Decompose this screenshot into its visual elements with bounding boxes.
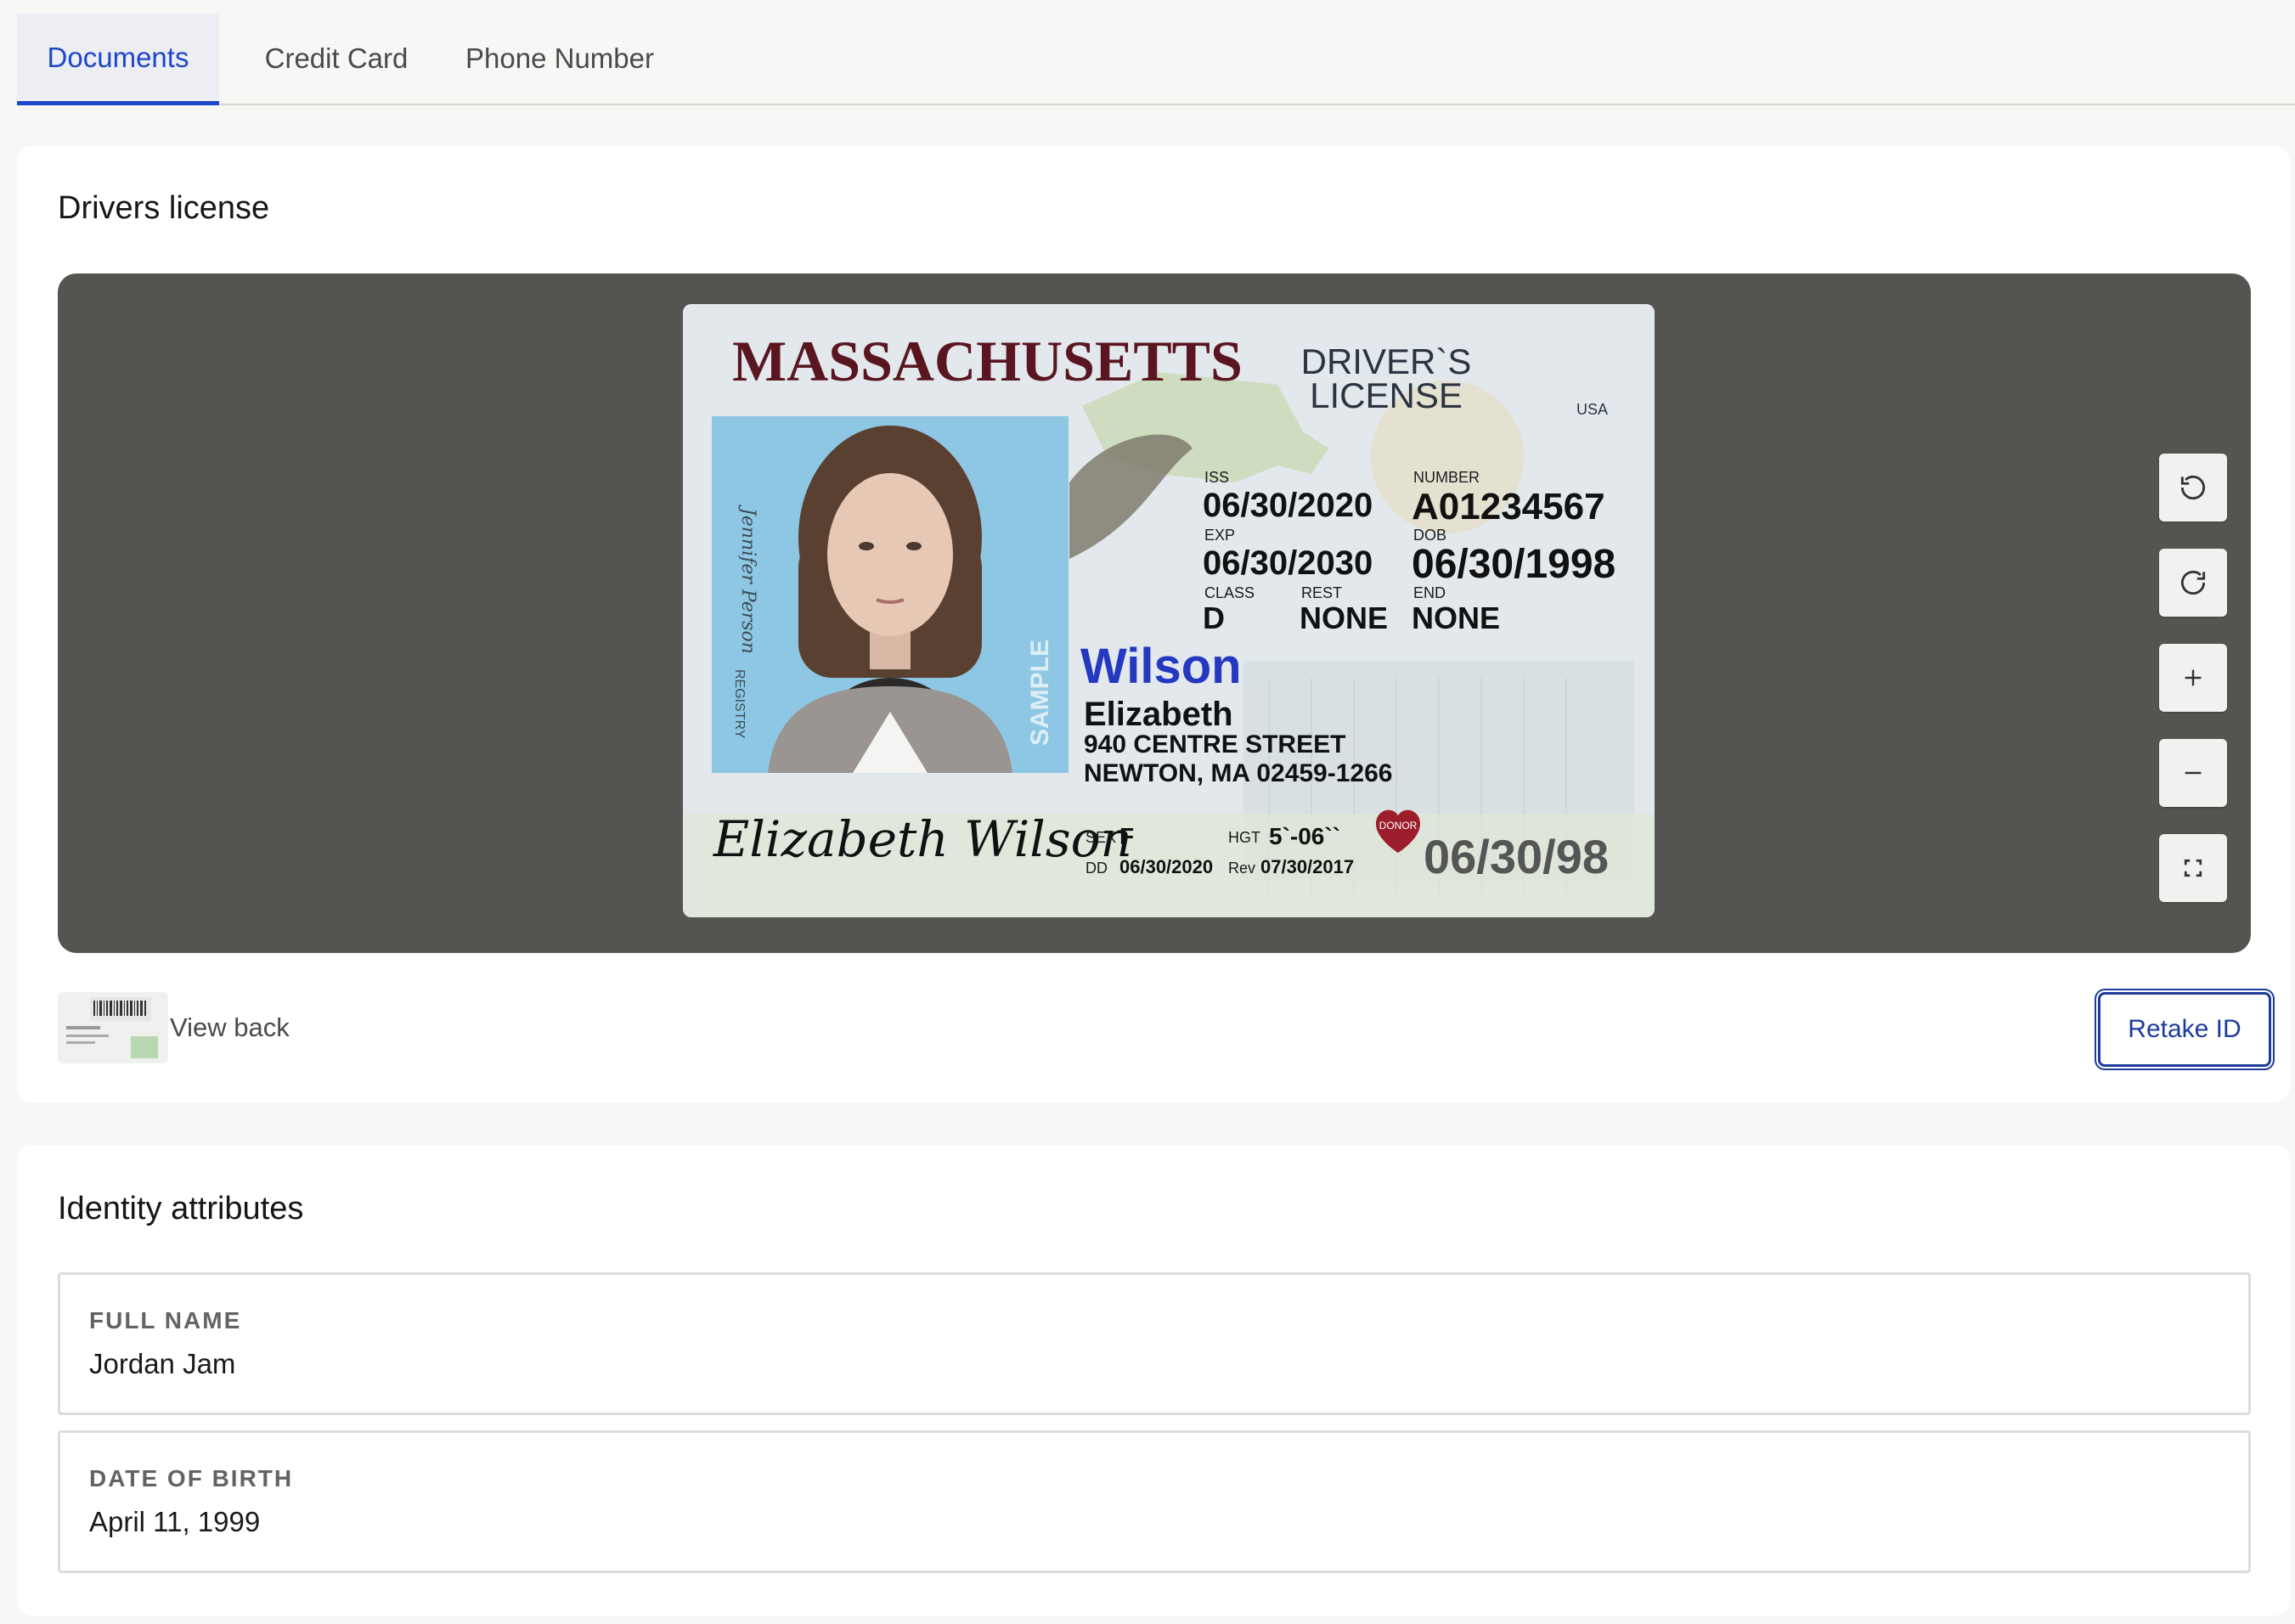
svg-text:EXP: EXP <box>1204 527 1235 544</box>
drivers-license-title: Drivers license <box>58 190 270 226</box>
svg-text:NONE: NONE <box>1300 601 1388 635</box>
svg-text:07/30/2017: 07/30/2017 <box>1260 856 1354 877</box>
view-back-link[interactable]: View back <box>170 1012 290 1043</box>
svg-text:HGT: HGT <box>1228 829 1260 846</box>
svg-text:940 CENTRE STREET: 940 CENTRE STREET <box>1084 730 1345 758</box>
svg-text:NONE: NONE <box>1412 601 1500 635</box>
full-name-label: FULL NAME <box>89 1307 242 1334</box>
drivers-license-card: Drivers license SAMPLE Jennifer Person R… <box>17 146 2290 1102</box>
minus-icon <box>2185 771 2202 775</box>
fullscreen-icon <box>2184 859 2202 877</box>
full-name-field: FULL NAME Jordan Jam <box>58 1272 2251 1415</box>
identity-attributes-card: Identity attributes FULL NAME Jordan Jam… <box>17 1145 2290 1616</box>
svg-text:LICENSE: LICENSE <box>1310 375 1463 415</box>
svg-text:NUMBER: NUMBER <box>1413 469 1480 486</box>
svg-text:REGISTRY: REGISTRY <box>732 669 747 739</box>
document-viewer[interactable]: SAMPLE Jennifer Person REGISTRY MASSACHU… <box>58 273 2251 953</box>
tab-bar: Documents Credit Card Phone Number <box>17 14 2295 105</box>
svg-text:Rev: Rev <box>1228 860 1255 877</box>
svg-text:06/30/2030: 06/30/2030 <box>1203 544 1373 582</box>
svg-text:Jennifer Person: Jennifer Person <box>737 505 758 654</box>
svg-text:06/30/2020: 06/30/2020 <box>1119 856 1213 877</box>
svg-text:06/30/98: 06/30/98 <box>1424 830 1609 883</box>
rotate-right-button[interactable] <box>2159 549 2227 617</box>
retake-id-button[interactable]: Retake ID <box>2098 992 2271 1067</box>
zoom-in-button[interactable] <box>2159 644 2227 712</box>
tab-credit-card[interactable]: Credit Card <box>228 14 445 104</box>
svg-text:DONOR: DONOR <box>1379 820 1418 832</box>
date-of-birth-field: DATE OF BIRTH April 11, 1999 <box>58 1430 2251 1573</box>
rotate-cw-icon <box>2180 570 2206 595</box>
svg-text:SAMPLE: SAMPLE <box>1026 640 1054 746</box>
svg-text:06/30/1998: 06/30/1998 <box>1412 542 1616 587</box>
license-back-thumbnail[interactable] <box>58 992 168 1063</box>
svg-text:ISS: ISS <box>1204 469 1229 486</box>
svg-text:MASSACHUSETTS: MASSACHUSETTS <box>732 329 1243 393</box>
license-image: SAMPLE Jennifer Person REGISTRY MASSACHU… <box>683 304 1655 917</box>
svg-text:F: F <box>1119 823 1134 849</box>
full-name-value: Jordan Jam <box>89 1348 236 1379</box>
rotate-ccw-icon <box>2180 475 2206 500</box>
plus-icon <box>2185 669 2202 686</box>
rotate-left-button[interactable] <box>2159 454 2227 522</box>
date-of-birth-value: April 11, 1999 <box>89 1506 261 1537</box>
tab-documents[interactable]: Documents <box>17 14 219 105</box>
svg-text:5`-06``: 5`-06`` <box>1269 823 1340 849</box>
svg-text:NEWTON, MA 02459-1266: NEWTON, MA 02459-1266 <box>1084 759 1392 787</box>
tab-phone-number[interactable]: Phone Number <box>448 14 671 104</box>
svg-text:END: END <box>1413 584 1446 601</box>
date-of-birth-label: DATE OF BIRTH <box>89 1465 294 1491</box>
svg-text:DOB: DOB <box>1413 527 1446 544</box>
svg-text:D: D <box>1203 601 1225 635</box>
identity-attributes-title: Identity attributes <box>58 1191 304 1226</box>
svg-text:USA: USA <box>1576 401 1608 418</box>
svg-text:A01234567: A01234567 <box>1412 486 1605 527</box>
svg-text:DD: DD <box>1085 860 1108 877</box>
svg-text:SEX: SEX <box>1085 829 1116 846</box>
svg-text:Elizabeth: Elizabeth <box>1084 696 1233 733</box>
fullscreen-button[interactable] <box>2159 834 2227 902</box>
svg-text:REST: REST <box>1301 584 1342 601</box>
svg-text:CLASS: CLASS <box>1204 584 1255 601</box>
svg-text:Wilson: Wilson <box>1080 639 1242 694</box>
svg-text:06/30/2020: 06/30/2020 <box>1203 487 1373 524</box>
svg-text:Elizabeth Wilson: Elizabeth Wilson <box>713 810 1132 868</box>
zoom-out-button[interactable] <box>2159 739 2227 807</box>
